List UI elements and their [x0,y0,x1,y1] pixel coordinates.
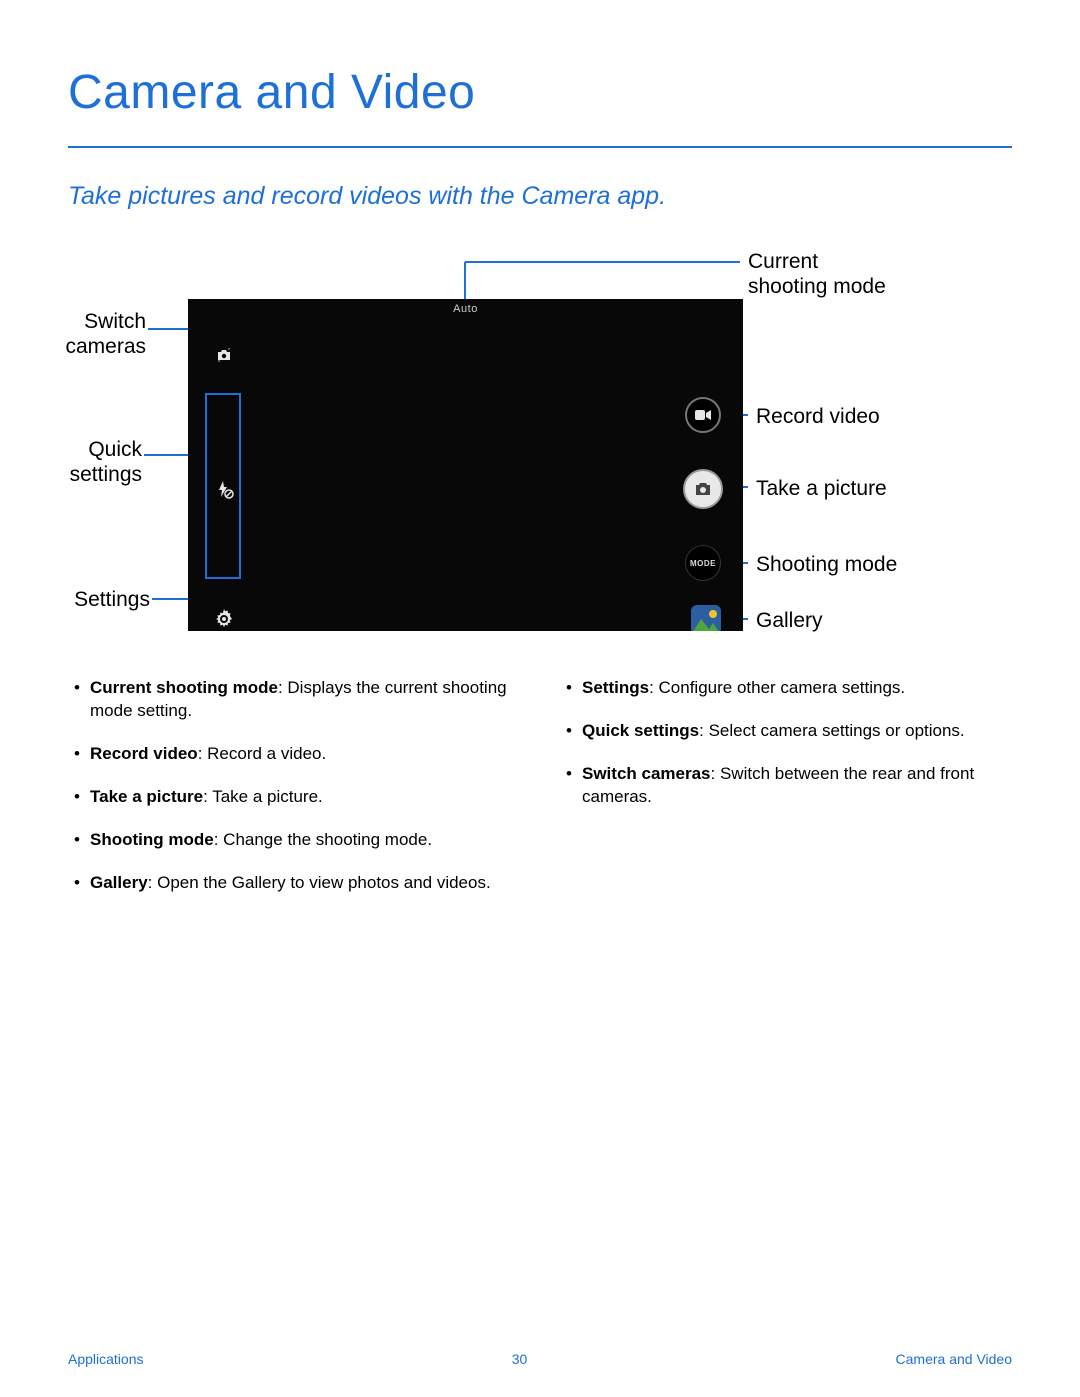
callout-take-picture: Take a picture [756,476,887,501]
bullets-left-column: Current shooting mode: Displays the curr… [68,677,520,915]
bullet-item: Quick settings: Select camera settings o… [560,720,1012,743]
flash-off-icon[interactable] [214,479,234,499]
bullets-right-column: Settings: Configure other camera setting… [560,677,1012,915]
bullet-item: Current shooting mode: Displays the curr… [68,677,520,723]
settings-gear-icon[interactable] [214,609,234,629]
camera-diagram: Switch cameras Quick settings Settings C… [68,259,1012,639]
gallery-button[interactable] [691,605,721,631]
bullet-item: Settings: Configure other camera setting… [560,677,1012,700]
footer-center: 30 [512,1351,528,1367]
take-picture-button[interactable] [683,469,723,509]
bullet-item: Switch cameras: Switch between the rear … [560,763,1012,809]
callout-quick-settings: Quick settings [58,437,142,487]
current-mode-label: Auto [453,303,478,315]
switch-camera-icon[interactable] [214,345,234,365]
bullet-item: Take a picture: Take a picture. [68,786,520,809]
callout-shooting-mode: Shooting mode [756,552,897,577]
callout-switch-cameras: Switch cameras [58,309,146,359]
feature-bullets: Current shooting mode: Displays the curr… [68,677,1012,915]
callout-gallery: Gallery [756,608,823,633]
page-footer: Applications 30 Camera and Video [68,1351,1012,1367]
callout-record-video: Record video [756,404,880,429]
page-subtitle: Take pictures and record videos with the… [68,182,1012,211]
bullet-item: Shooting mode: Change the shooting mode. [68,829,520,852]
record-video-button[interactable] [685,397,721,433]
camera-app-screenshot: Auto MODE [188,299,743,631]
title-rule [68,146,1012,148]
bullet-item: Record video: Record a video. [68,743,520,766]
bullet-item: Gallery: Open the Gallery to view photos… [68,872,520,895]
shooting-mode-button[interactable]: MODE [685,545,721,581]
callout-current-mode: Current shooting mode [748,249,968,299]
footer-left: Applications [68,1351,144,1367]
callout-settings: Settings [58,587,150,612]
page-title: Camera and Video [68,65,1012,120]
footer-right: Camera and Video [896,1351,1012,1367]
